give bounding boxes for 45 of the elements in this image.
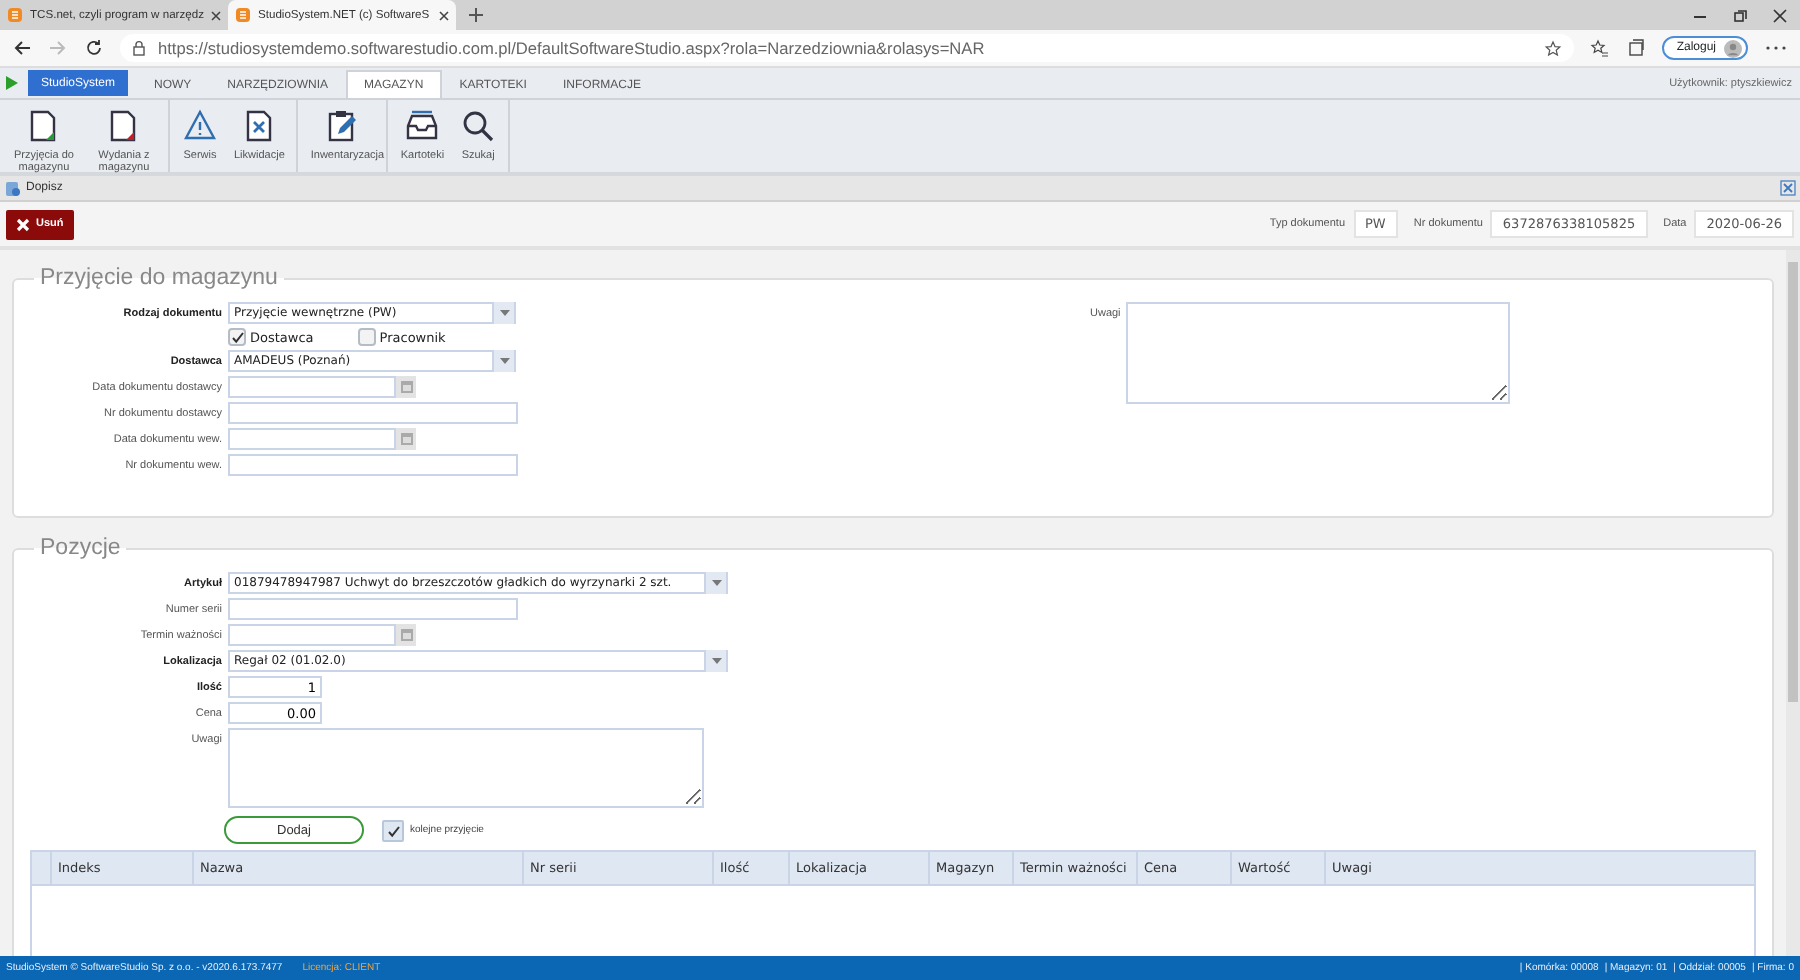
- caret-icon: [711, 658, 721, 664]
- favorites-icon[interactable]: [1590, 38, 1611, 58]
- play-icon[interactable]: [4, 74, 20, 92]
- calendar-icon: [399, 432, 413, 446]
- notes-field[interactable]: [228, 728, 704, 808]
- caret-icon: [711, 580, 721, 586]
- checkbox[interactable]: [357, 328, 376, 346]
- restore-icon[interactable]: [1732, 7, 1748, 23]
- files-icon: [404, 108, 441, 144]
- scrollbar[interactable]: [1786, 250, 1800, 956]
- text-field[interactable]: [228, 454, 518, 476]
- inventory-icon: [324, 108, 361, 144]
- text-field[interactable]: [228, 598, 518, 620]
- caret-icon: [499, 310, 509, 316]
- close-icon[interactable]: [438, 9, 450, 21]
- x-icon: [16, 217, 30, 231]
- back-icon[interactable]: [12, 38, 32, 58]
- section-title: Przyjęcie do magazynu: [38, 266, 280, 290]
- more-icon[interactable]: [1764, 44, 1788, 52]
- date-field[interactable]: [228, 376, 396, 398]
- service-icon: [182, 108, 218, 144]
- site-icon: [234, 6, 252, 24]
- site-icon: [6, 6, 24, 24]
- collections-icon[interactable]: [1626, 38, 1647, 58]
- check-icon: [229, 330, 245, 344]
- notes-field[interactable]: [1126, 302, 1511, 404]
- check-icon: [385, 823, 401, 837]
- avatar-icon: [1724, 39, 1742, 57]
- checkbox[interactable]: [228, 328, 246, 346]
- checkbox[interactable]: [382, 819, 404, 841]
- caret-icon: [499, 358, 509, 364]
- address-field[interactable]: https://studiosystemdemo.softwarestudio.com.pl/DefaultSoftwareStudio.aspx?rola=Narzedziownia&rolasys=NAR: [120, 34, 1575, 62]
- date-field[interactable]: [228, 428, 396, 450]
- text-field[interactable]: [228, 402, 518, 424]
- date-field[interactable]: [228, 624, 396, 646]
- form-icon: [4, 179, 22, 197]
- close-icon[interactable]: [210, 9, 222, 21]
- close-icon[interactable]: [1772, 7, 1788, 23]
- search-icon: [460, 108, 497, 144]
- star-icon[interactable]: [1544, 39, 1563, 57]
- calendar-icon: [399, 628, 413, 642]
- refresh-icon[interactable]: [84, 38, 104, 58]
- section-title: Pozycje: [38, 536, 123, 560]
- lock-icon: [132, 40, 146, 56]
- calendar-icon: [399, 380, 413, 394]
